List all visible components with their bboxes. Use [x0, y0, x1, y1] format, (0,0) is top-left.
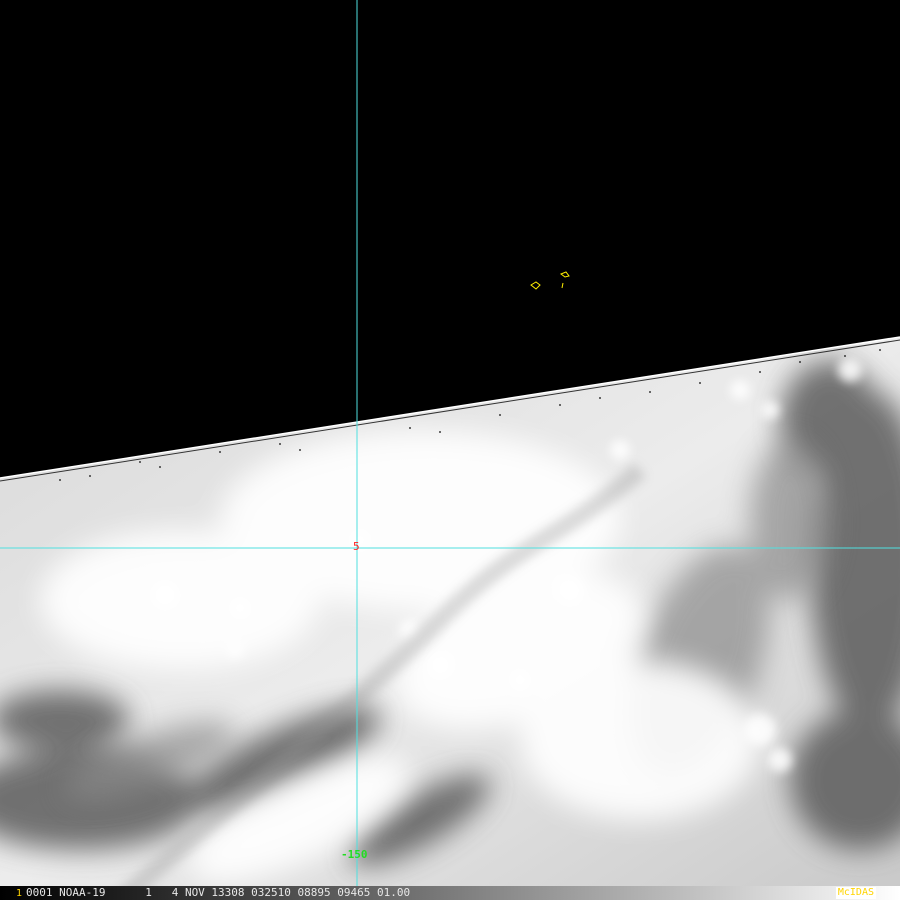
satellite-image [0, 0, 900, 886]
frame-number: 1 [16, 888, 23, 899]
longitude-label: -150 [341, 848, 368, 861]
latitude-label: 5 [353, 540, 360, 553]
image-info-text: 0001 NOAA-19 1 4 NOV 13308 032510 08895 … [26, 886, 411, 899]
mcidas-brand: McIDAS [835, 887, 876, 899]
